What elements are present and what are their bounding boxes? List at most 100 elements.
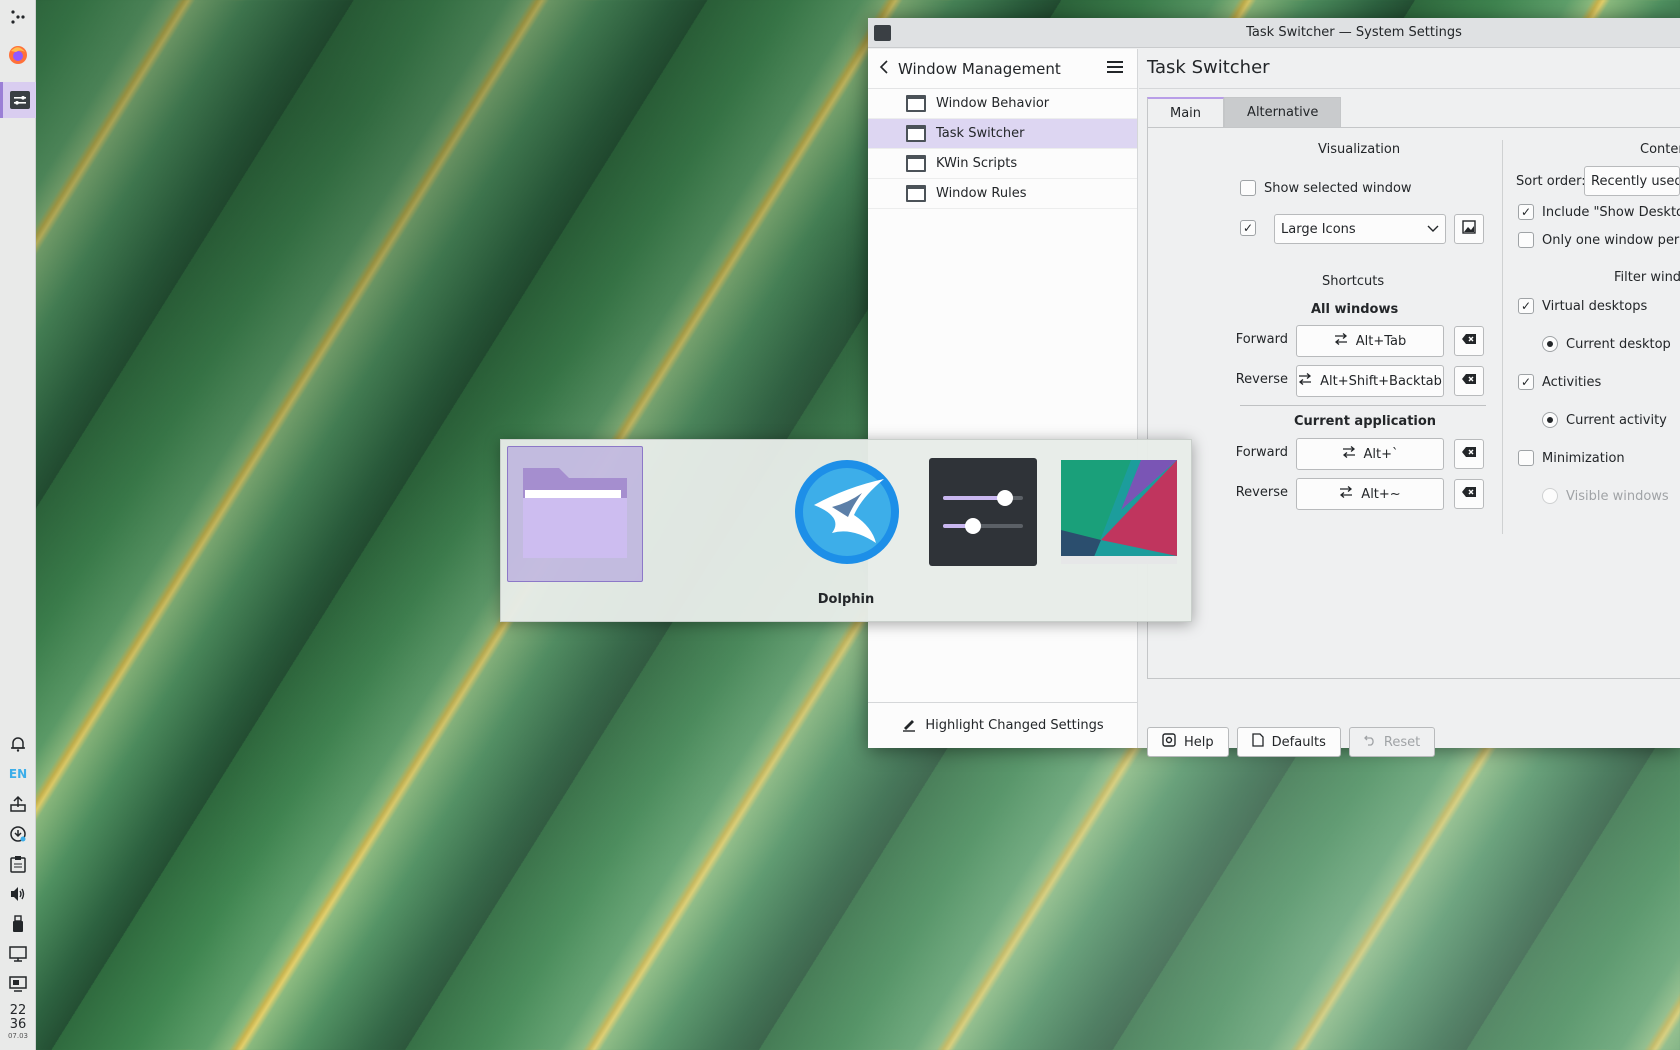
settings-sliders-icon xyxy=(929,458,1037,570)
show-selected-window-checkbox[interactable] xyxy=(1240,180,1256,196)
switcher-item-krunner[interactable] xyxy=(779,446,915,582)
include-show-desktop-checkbox[interactable]: ✓ xyxy=(1518,204,1534,220)
reset-label: Reset xyxy=(1383,734,1421,750)
clock-date: 07.03 xyxy=(7,1032,29,1040)
window-icon xyxy=(906,185,926,202)
krunner-icon xyxy=(792,457,902,571)
minimization-label: Minimization xyxy=(1542,450,1625,466)
sidebar-item-window-rules[interactable]: Window Rules xyxy=(868,179,1137,209)
column-separator xyxy=(1502,140,1503,534)
minimization-checkbox[interactable] xyxy=(1518,450,1534,466)
checkmark-icon: ✓ xyxy=(1240,220,1256,236)
task-switcher-overlay: Dolphin xyxy=(500,439,1192,622)
volume-icon[interactable] xyxy=(0,879,36,909)
usb-icon[interactable] xyxy=(0,909,36,939)
sidebar-item-task-switcher[interactable]: Task Switcher xyxy=(868,119,1137,149)
window-icon xyxy=(906,95,926,112)
current-desktop-radio[interactable] xyxy=(1542,336,1558,352)
visible-windows-row: Visible windows xyxy=(1542,488,1669,504)
current-activity-radio[interactable] xyxy=(1542,412,1558,428)
visualization-enabled-checkbox[interactable]: ✓ xyxy=(1240,220,1256,236)
back-arrow-icon[interactable] xyxy=(878,59,898,79)
sidebar-item-label: Task Switcher xyxy=(936,126,1025,141)
app-reverse-label: Reverse xyxy=(1235,485,1288,500)
notification-bell-icon[interactable] xyxy=(0,729,36,759)
chevron-down-icon xyxy=(1427,222,1439,237)
clear-app-forward-button[interactable] xyxy=(1454,439,1484,469)
only-one-window-checkbox[interactable] xyxy=(1518,232,1534,248)
all-forward-label: Forward xyxy=(1235,332,1288,347)
settings-main: Task Switcher Main Alternative Visualiza… xyxy=(1139,49,1680,757)
all-reverse-shortcut-value: Alt+Shift+Backtab xyxy=(1320,373,1442,389)
switcher-item-desktop[interactable] xyxy=(1051,446,1187,582)
sidebar-item-label: KWin Scripts xyxy=(936,156,1018,171)
all-forward-shortcut-value: Alt+Tab xyxy=(1355,333,1407,349)
virtual-desktops-row: ✓ Virtual desktops xyxy=(1518,298,1647,314)
clock-hour: 22 xyxy=(9,1003,27,1018)
shortcut-arrows-icon xyxy=(1342,446,1356,462)
hamburger-menu-icon[interactable] xyxy=(1107,60,1127,78)
launcher-icon[interactable] xyxy=(0,2,36,32)
reset-button[interactable]: Reset xyxy=(1348,727,1436,757)
system-settings-icon[interactable] xyxy=(0,82,36,118)
visible-windows-radio[interactable] xyxy=(1542,488,1558,504)
shortcut-arrows-icon xyxy=(1339,486,1353,502)
all-reverse-shortcut-button[interactable]: Alt+Shift+Backtab xyxy=(1296,365,1444,397)
show-selected-window-label: Show selected window xyxy=(1264,180,1412,196)
app-forward-shortcut-button[interactable]: Alt+` xyxy=(1296,438,1444,470)
layout-preview-button[interactable] xyxy=(1454,214,1484,244)
highlight-changed-settings-button[interactable]: Highlight Changed Settings xyxy=(868,702,1137,748)
window-titlebar[interactable]: Task Switcher — System Settings xyxy=(868,18,1680,48)
sidebar-header: Window Management xyxy=(868,49,1137,89)
shortcut-arrows-icon xyxy=(1298,373,1312,389)
help-label: Help xyxy=(1184,734,1214,750)
all-forward-shortcut-button[interactable]: Alt+Tab xyxy=(1296,325,1444,357)
layout-select-value: Large Icons xyxy=(1281,221,1356,237)
clock-minute: 36 xyxy=(9,1017,27,1032)
clipboard-icon[interactable] xyxy=(0,849,36,879)
display-icon[interactable] xyxy=(0,939,36,969)
current-desktop-label: Current desktop xyxy=(1566,336,1671,352)
switcher-item-dolphin[interactable] xyxy=(507,446,643,582)
upload-icon[interactable] xyxy=(0,789,36,819)
taskbar-panel: EN 22 36 07.03 xyxy=(0,0,36,1050)
help-icon xyxy=(1162,733,1176,751)
switcher-item-system-settings[interactable] xyxy=(915,446,1051,582)
shortcut-arrows-icon xyxy=(1334,333,1348,349)
app-reverse-shortcut-button[interactable]: Alt+~ xyxy=(1296,478,1444,510)
layout-select[interactable]: Large Icons xyxy=(1274,214,1446,244)
virtual-desktops-checkbox[interactable]: ✓ xyxy=(1518,298,1534,314)
backspace-clear-icon xyxy=(1461,333,1477,349)
sort-order-label: Sort order: xyxy=(1516,174,1586,189)
sidebar-item-window-behavior[interactable]: Window Behavior xyxy=(868,89,1137,119)
only-one-window-label: Only one window per a xyxy=(1542,232,1680,248)
image-preview-icon xyxy=(1462,220,1476,238)
shortcuts-heading: Shortcuts xyxy=(1322,274,1385,289)
display-config-icon[interactable] xyxy=(0,969,36,999)
current-desktop-row: Current desktop xyxy=(1542,336,1671,352)
tab-panel-main: Visualization Show selected window ✓ Lar… xyxy=(1147,127,1680,679)
firefox-icon[interactable] xyxy=(0,40,36,70)
backspace-clear-icon xyxy=(1461,486,1477,502)
sort-order-select[interactable]: Recently used xyxy=(1584,166,1680,196)
help-button[interactable]: Help xyxy=(1147,727,1229,757)
tab-main[interactable]: Main xyxy=(1147,97,1225,127)
sidebar-item-kwin-scripts[interactable]: KWin Scripts xyxy=(868,149,1137,179)
all-reverse-label: Reverse xyxy=(1235,372,1288,387)
app-forward-shortcut-value: Alt+` xyxy=(1363,446,1399,462)
show-selected-window-row: Show selected window xyxy=(1240,180,1412,196)
tab-bar: Main Alternative xyxy=(1147,97,1342,127)
clear-all-forward-button[interactable] xyxy=(1454,326,1484,356)
filter-windows-heading: Filter windo xyxy=(1614,270,1680,285)
digital-clock[interactable]: 22 36 07.03 xyxy=(0,1003,36,1041)
activities-checkbox[interactable]: ✓ xyxy=(1518,374,1534,390)
content-heading: Conter xyxy=(1640,142,1680,157)
defaults-button[interactable]: Defaults xyxy=(1236,727,1341,757)
language-indicator[interactable]: EN xyxy=(0,759,36,789)
tab-alternative[interactable]: Alternative xyxy=(1224,97,1342,127)
update-icon[interactable] xyxy=(0,819,36,849)
clear-all-reverse-button[interactable] xyxy=(1454,366,1484,396)
visible-windows-label: Visible windows xyxy=(1566,488,1669,504)
app-reverse-shortcut-value: Alt+~ xyxy=(1361,486,1401,502)
clear-app-reverse-button[interactable] xyxy=(1454,479,1484,509)
